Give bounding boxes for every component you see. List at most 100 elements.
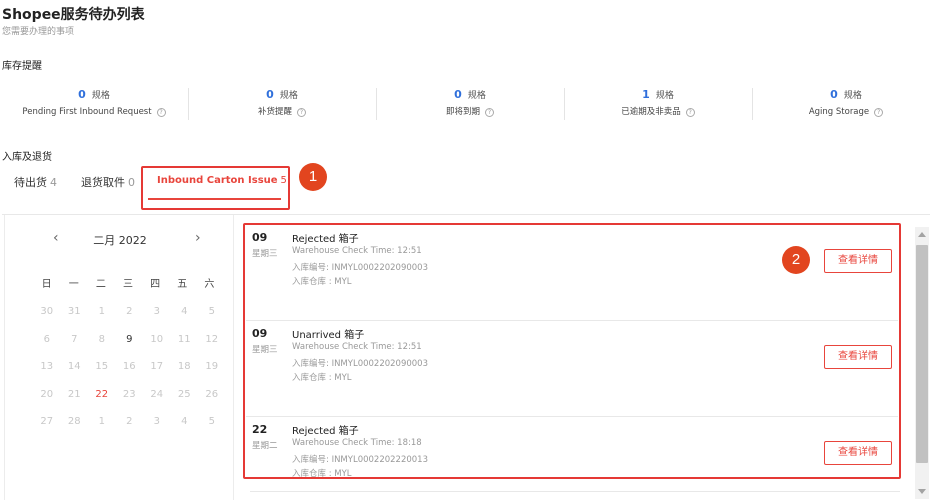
stat-count: 0 xyxy=(266,88,274,101)
stat-pending-first-inbound[interactable]: 0 规格 Pending First Inbound Request? xyxy=(0,86,188,124)
item-day: 09 xyxy=(252,327,268,340)
question-circle-icon[interactable]: ? xyxy=(156,108,166,117)
stat-restock-reminder[interactable]: 0 规格 补货提醒? xyxy=(188,86,376,124)
calendar-day[interactable]: 2 xyxy=(116,415,144,443)
scrollbar[interactable] xyxy=(915,227,929,499)
calendar-day[interactable]: 5 xyxy=(198,415,226,443)
tab-count: 4 xyxy=(50,176,57,189)
item-title: Rejected 箱子 xyxy=(292,426,359,437)
item-check-time: Warehouse Check Time: 12:51 xyxy=(292,342,422,352)
stat-label: 补货提醒 xyxy=(257,107,292,117)
calendar-day[interactable]: 16 xyxy=(116,360,144,388)
calendar-day[interactable]: 17 xyxy=(143,360,171,388)
calendar-day[interactable]: 25 xyxy=(171,388,199,416)
view-details-button[interactable]: 查看详情 xyxy=(824,441,892,465)
calendar-day[interactable]: 31 xyxy=(61,305,89,333)
calendar-day[interactable]: 5 xyxy=(198,305,226,333)
calendar-day[interactable]: 8 xyxy=(88,333,116,361)
tab-pending-shipment[interactable]: 待出货 4 xyxy=(14,174,57,190)
calendar-weekday: 日 xyxy=(41,279,52,290)
item-inbound-no: 入库编号: INMYL0002202220013 xyxy=(292,455,428,465)
item-weekday: 星期三 xyxy=(252,345,278,355)
stock-stats: 0 规格 Pending First Inbound Request? 0 规格 补… xyxy=(0,86,940,124)
calendar-weekday: 三 xyxy=(122,279,133,290)
list-divider xyxy=(250,491,900,492)
stat-count: 0 xyxy=(454,88,462,101)
calendar-weekday: 二 xyxy=(95,279,106,290)
question-circle-icon[interactable]: ? xyxy=(685,108,695,117)
list-item: 22 星期二 Rejected 箱子 Warehouse Check Time: 18… xyxy=(246,417,898,477)
item-inbound-no: 入库编号: INMYL0002202090003 xyxy=(292,263,428,273)
item-day: 22 xyxy=(252,423,268,436)
item-weekday: 星期二 xyxy=(252,441,278,451)
calendar-day[interactable]: 27 xyxy=(33,415,61,443)
item-title: Unarrived 箱子 xyxy=(292,330,365,341)
calendar-day[interactable]: 15 xyxy=(88,360,116,388)
scrollbar-thumb[interactable] xyxy=(916,245,928,463)
calendar-day[interactable]: 7 xyxy=(61,333,89,361)
calendar-day[interactable]: 3 xyxy=(143,305,171,333)
item-warehouse: 入库仓库 : MYL xyxy=(292,277,352,287)
calendar-day[interactable]: 10 xyxy=(143,333,171,361)
calendar-day[interactable]: 20 xyxy=(33,388,61,416)
calendar-grid: 30 31 1 2 3 4 5 6 7 8 9 10 11 12 13 14 15 16 17 18 19 20 21 22 2… xyxy=(33,305,223,443)
calendar-day[interactable]: 9 xyxy=(116,333,144,361)
calendar-day[interactable]: 26 xyxy=(198,388,226,416)
calendar-day[interactable]: 13 xyxy=(33,360,61,388)
calendar-day[interactable]: 1 xyxy=(88,415,116,443)
calendar-day[interactable]: 21 xyxy=(61,388,89,416)
stat-unit: 规格 xyxy=(467,91,486,101)
item-weekday: 星期三 xyxy=(252,249,278,259)
calendar-day[interactable]: 3 xyxy=(143,415,171,443)
scroll-up-arrow-icon[interactable] xyxy=(918,232,926,237)
calendar-header: ‹ 二月 2022 › xyxy=(5,230,235,250)
calendar-day[interactable]: 23 xyxy=(116,388,144,416)
stat-unit: 规格 xyxy=(655,91,674,101)
calendar-day[interactable]: 11 xyxy=(171,333,199,361)
inbound-section-title: 入库及退货 xyxy=(2,152,52,163)
calendar-day[interactable]: 22 xyxy=(88,388,116,416)
item-title: Rejected 箱子 xyxy=(292,234,359,245)
stat-label: Aging Storage xyxy=(808,107,870,117)
calendar-day[interactable]: 4 xyxy=(171,415,199,443)
calendar-day[interactable]: 28 xyxy=(61,415,89,443)
stat-count: 0 xyxy=(78,88,86,101)
question-circle-icon[interactable]: ? xyxy=(874,108,884,117)
step-badge-2: 2 xyxy=(782,246,810,274)
question-circle-icon[interactable]: ? xyxy=(297,108,306,117)
calendar-weekday: 四 xyxy=(150,279,161,290)
calendar-day[interactable]: 19 xyxy=(198,360,226,388)
item-day: 09 xyxy=(252,231,268,244)
item-check-time: Warehouse Check Time: 12:51 xyxy=(292,246,422,256)
stat-label: 即将到期 xyxy=(445,107,480,117)
calendar-day[interactable]: 24 xyxy=(143,388,171,416)
calendar-day[interactable]: 12 xyxy=(198,333,226,361)
stat-label: Pending First Inbound Request xyxy=(22,107,152,117)
calendar-weekday: 一 xyxy=(68,279,79,290)
calendar-day[interactable]: 4 xyxy=(171,305,199,333)
page-subtitle: 您需要办理的事项 xyxy=(2,27,75,37)
calendar-weekdays: 日一二三四五六 xyxy=(33,275,223,290)
stat-expiring-soon[interactable]: 0 规格 即将到期? xyxy=(376,86,564,124)
stat-count: 0 xyxy=(830,88,838,101)
calendar-day[interactable]: 14 xyxy=(61,360,89,388)
view-details-button[interactable]: 查看详情 xyxy=(824,345,892,369)
scroll-down-arrow-icon[interactable] xyxy=(918,489,926,494)
list-item: 09 星期三 Unarrived 箱子 Warehouse Check Time: 1… xyxy=(246,321,898,417)
calendar-weekday: 六 xyxy=(204,279,215,290)
stat-aging-storage[interactable]: 0 规格 Aging Storage? xyxy=(752,86,940,124)
view-details-button[interactable]: 查看详情 xyxy=(824,249,892,273)
item-check-time: Warehouse Check Time: 18:18 xyxy=(292,438,422,448)
tab-count: 0 xyxy=(128,176,135,189)
tab-label: 退货取件 xyxy=(81,176,125,189)
question-circle-icon[interactable]: ? xyxy=(485,108,494,117)
tab-return-pickup[interactable]: 退货取件 0 xyxy=(81,174,135,190)
calendar-day[interactable]: 6 xyxy=(33,333,61,361)
calendar-day[interactable]: 1 xyxy=(88,305,116,333)
calendar-day[interactable]: 2 xyxy=(116,305,144,333)
calendar-weekday: 五 xyxy=(177,279,188,290)
chevron-right-icon[interactable]: › xyxy=(195,230,201,246)
calendar-day[interactable]: 30 xyxy=(33,305,61,333)
stat-expired-non-saleable[interactable]: 1 规格 已逾期及非卖品? xyxy=(564,86,752,124)
calendar-day[interactable]: 18 xyxy=(171,360,199,388)
